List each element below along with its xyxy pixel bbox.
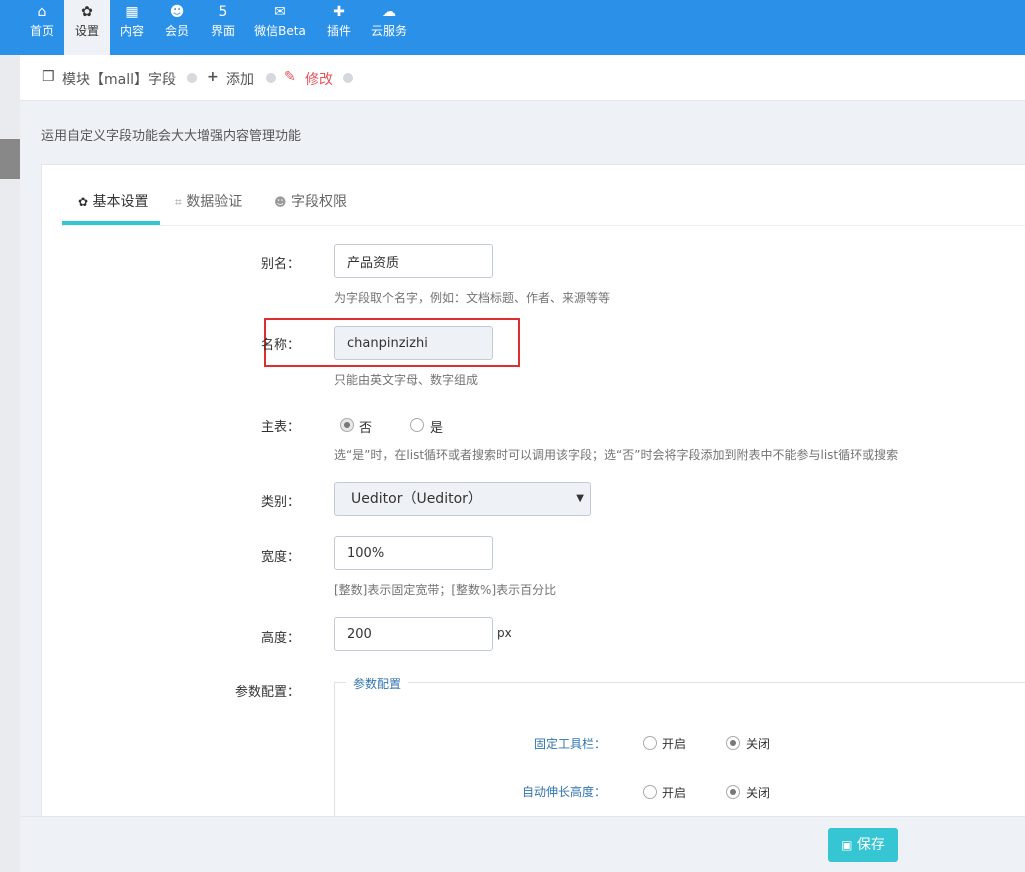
breadcrumb-module[interactable]: 模块【mall】字段 [62, 69, 176, 89]
nav-item-members[interactable]: ☻ 会员 [158, 0, 196, 55]
breadcrumb: ❒ 模块【mall】字段 + 添加 ✎ 修改 [20, 55, 1025, 101]
save-icon: ▣ [841, 838, 853, 852]
tab-data-validation[interactable]: ⌗ 数据验证 [175, 191, 242, 211]
breadcrumb-separator [343, 73, 353, 83]
main-table-radio-no[interactable] [340, 418, 354, 432]
nav-item-content[interactable]: ▦ 内容 [113, 0, 151, 55]
sidebar-toggle[interactable] [0, 139, 20, 179]
gear-icon: ✿ [78, 195, 89, 209]
alias-help: 为字段取个名字，例如：文档标题、作者、来源等等 [334, 291, 611, 305]
nav-item-cloud[interactable]: ☁ 云服务 [366, 0, 412, 55]
nav-item-label: 首页 [29, 24, 54, 38]
save-button[interactable]: ▣ 保存 [828, 828, 898, 862]
width-label: 宽度： [260, 550, 300, 565]
nav-item-label: 云服务 [370, 24, 407, 38]
nav-item-label: 微信Beta [254, 24, 306, 38]
alias-input[interactable] [334, 244, 493, 278]
puzzle-icon: ✚ [333, 4, 345, 20]
width-input[interactable] [334, 536, 493, 570]
auto-height-radio-on[interactable] [643, 785, 657, 799]
breadcrumb-separator [187, 73, 197, 83]
plus-icon: + [207, 69, 219, 85]
name-help: 只能由英文字母、数字组成 [334, 373, 479, 387]
params-fieldset [334, 682, 1025, 822]
breadcrumb-add[interactable]: 添加 [226, 69, 254, 89]
breadcrumb-edit[interactable]: 修改 [305, 69, 333, 89]
tab-basic-settings[interactable]: ✿ 基本设置 [78, 191, 149, 211]
params-label: 参数配置： [234, 685, 300, 700]
fixed-toolbar-option-off: 关闭 [746, 737, 771, 751]
nav-item-label: 界面 [210, 24, 235, 38]
nav-item-interface[interactable]: 5 界面 [204, 0, 242, 55]
nav-item-home[interactable]: ⌂ 首页 [20, 0, 64, 55]
auto-height-radio-off[interactable] [726, 785, 740, 799]
alias-label: 别名： [260, 257, 300, 272]
params-legend: 参数配置 [346, 675, 409, 692]
edit-icon: ✎ [284, 69, 296, 85]
fixed-toolbar-radio-off[interactable] [726, 736, 740, 750]
page-description: 运用自定义字段功能会大大增强内容管理功能 [41, 129, 302, 144]
tabs-divider [62, 225, 1025, 226]
auto-height-option-off: 关闭 [746, 786, 771, 800]
home-icon: ⌂ [37, 4, 47, 20]
fixed-toolbar-label: 固定工具栏： [533, 737, 606, 751]
nav-item-label: 设置 [74, 24, 99, 38]
crop-icon: ⌗ [175, 195, 182, 209]
fixed-toolbar-option-on: 开启 [662, 737, 687, 751]
main-table-label: 主表： [260, 420, 300, 435]
name-label: 名称： [260, 338, 300, 353]
left-sidebar-strip [0, 55, 20, 872]
name-input[interactable] [334, 326, 493, 360]
main-table-option-no: 否 [359, 421, 373, 436]
main-table-radio-yes[interactable] [410, 418, 424, 432]
width-help: [整数]表示固定宽带；[整数%]表示百分比 [334, 583, 557, 597]
nav-item-plugins[interactable]: ✚ 插件 [320, 0, 358, 55]
main-table-help: 选“是”时，在list循环或者搜索时可以调用该字段；选“否”时会将字段添加到附表… [334, 448, 899, 462]
grid-icon: ▦ [125, 4, 139, 20]
chevron-down-icon: ▼ [576, 493, 584, 504]
html5-icon: 5 [218, 4, 228, 20]
height-label: 高度： [260, 631, 300, 646]
breadcrumb-separator [266, 73, 276, 83]
nav-item-label: 会员 [164, 24, 189, 38]
tab-field-permissions[interactable]: ☻ 字段权限 [274, 191, 347, 211]
fixed-toolbar-radio-on[interactable] [643, 736, 657, 750]
nav-item-label: 插件 [326, 24, 351, 38]
nav-item-wechat[interactable]: ✉ 微信Beta [250, 0, 310, 55]
cloud-icon: ☁ [382, 4, 396, 20]
cube-icon: ❒ [42, 69, 55, 85]
auto-height-option-on: 开启 [662, 786, 687, 800]
type-label: 类别： [260, 495, 300, 510]
gear-icon: ✿ [81, 4, 93, 20]
wechat-icon: ✉ [274, 4, 286, 20]
user-icon: ☻ [169, 4, 185, 20]
type-select-value: Ueditor（Ueditor） [351, 491, 482, 507]
user-icon: ☻ [274, 195, 287, 209]
height-input[interactable] [334, 617, 493, 651]
main-table-option-yes: 是 [430, 421, 444, 436]
top-nav: ⌂ 首页 ✿ 设置 ▦ 内容 ☻ 会员 5 界面 ✉ 微信Beta ✚ 插件 ☁… [0, 0, 1025, 55]
type-select[interactable]: Ueditor（Ueditor） ▼ [334, 482, 591, 516]
height-unit: px [497, 626, 512, 640]
nav-item-settings[interactable]: ✿ 设置 [64, 0, 110, 55]
auto-height-label: 自动伸长高度： [521, 785, 606, 799]
active-tab-indicator [62, 221, 160, 225]
nav-item-label: 内容 [119, 24, 144, 38]
